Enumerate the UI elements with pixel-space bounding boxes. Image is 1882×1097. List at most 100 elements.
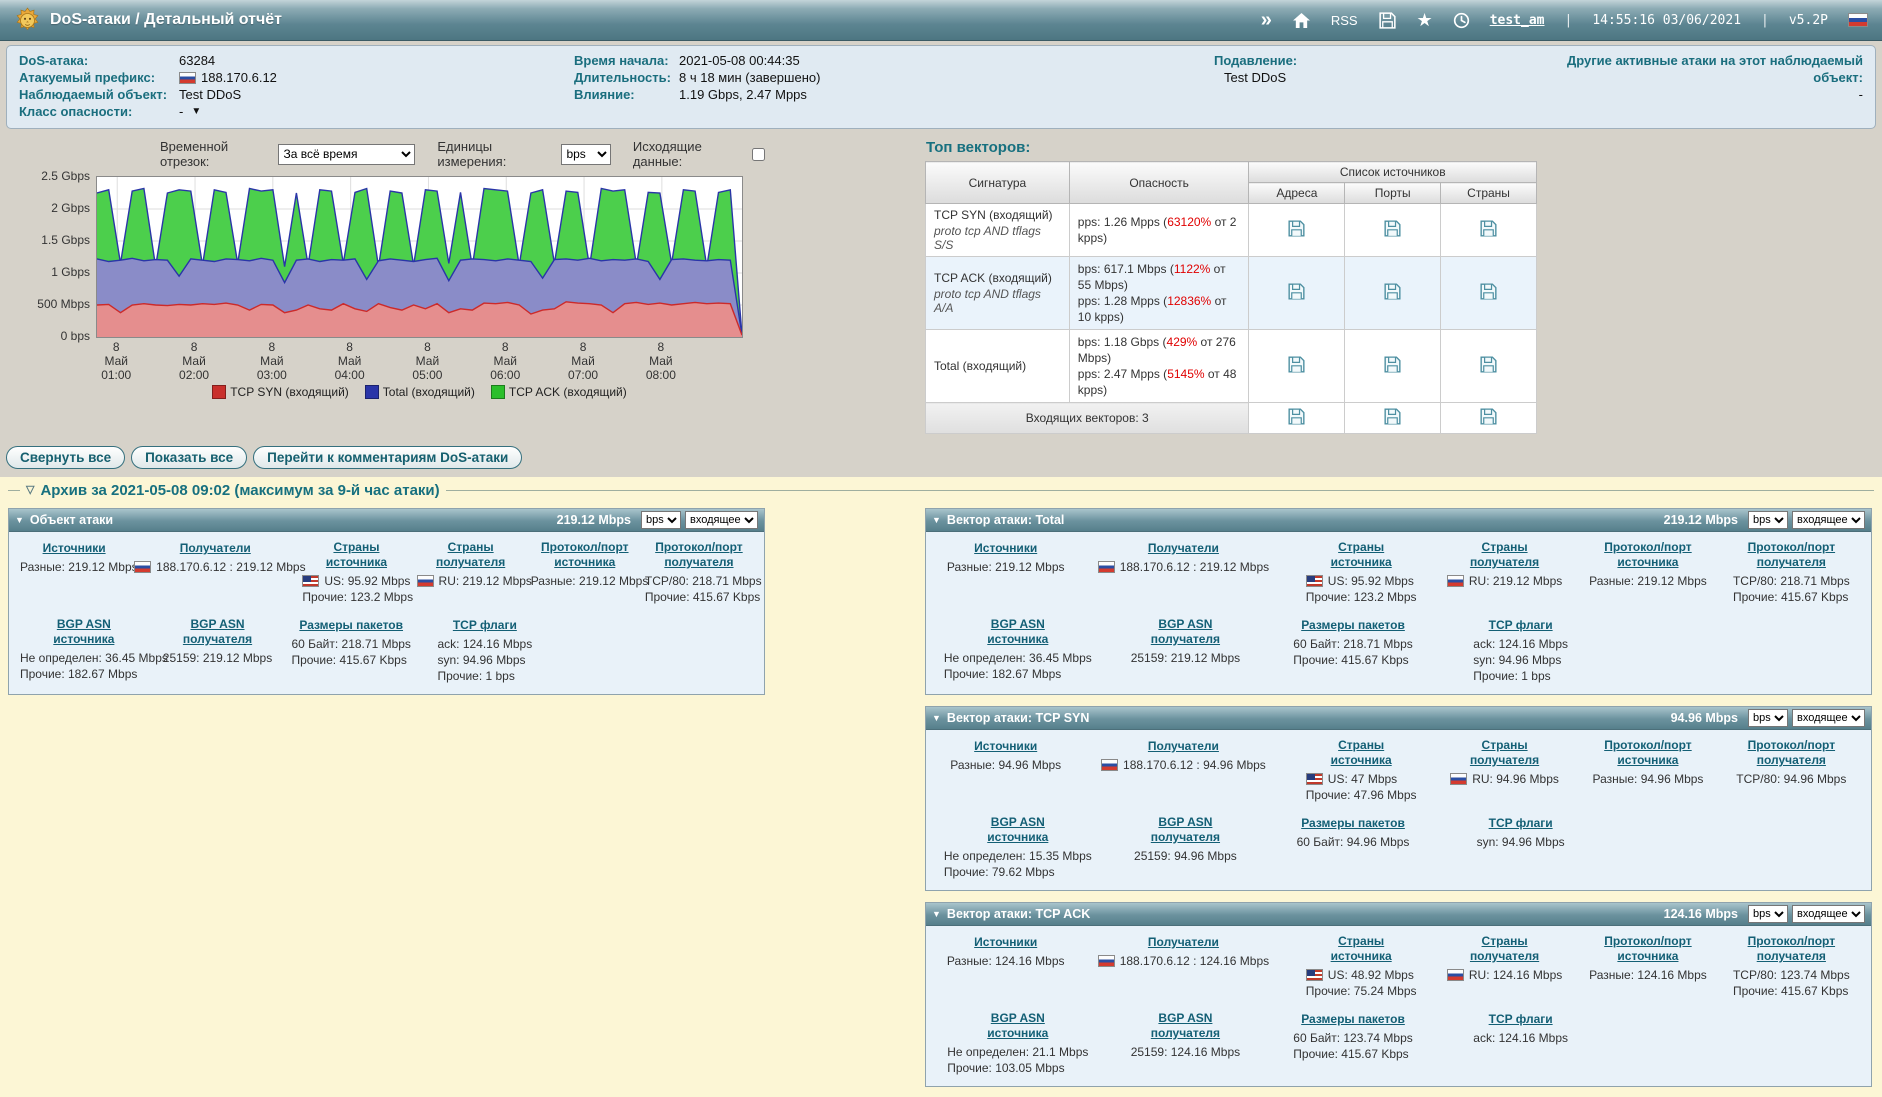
panel-rate: 219.12 Mbps	[1664, 513, 1738, 527]
metric-group-link[interactable]: Страны получателя	[436, 540, 505, 570]
metric-group-link[interactable]: Страны получателя	[1470, 934, 1539, 964]
panel-units-select[interactable]: bps	[1748, 511, 1788, 529]
collapse-panel-icon[interactable]: ▼	[932, 909, 941, 919]
metric-group-link[interactable]: Размеры пакетов	[299, 618, 403, 633]
panel-direction-select[interactable]: входящее	[1792, 905, 1865, 923]
metric-group: Протокол/порт получателяTCP/80: 218.71 M…	[642, 538, 756, 607]
ru-flag-icon	[417, 575, 434, 587]
metric-group-link[interactable]: TCP флаги	[453, 618, 517, 633]
metric-group-link[interactable]: Источники	[974, 739, 1037, 754]
save-addresses-button[interactable]	[1287, 355, 1306, 374]
collapse-archive-icon[interactable]: ▽	[26, 485, 34, 496]
ru-flag-icon	[1098, 561, 1115, 573]
metric-group-link[interactable]: Протокол/порт источника	[1604, 738, 1692, 768]
metric-group-link[interactable]: BGP ASN источника	[53, 617, 114, 647]
danger-line: bps: 1.18 Gbps (429% от 276 Mbps)	[1078, 334, 1241, 366]
metric-group-link[interactable]: Протокол/порт получателя	[1748, 540, 1836, 570]
panel-direction-select[interactable]: входящее	[1792, 709, 1865, 727]
save-report-icon[interactable]	[1378, 11, 1397, 30]
metric-group-link[interactable]: BGP ASN получателя	[1151, 617, 1220, 647]
save-ports-button[interactable]	[1383, 219, 1402, 238]
collapse-panel-icon[interactable]: ▼	[15, 515, 24, 525]
metric-line: TCP/80: 218.71 Mbps	[1733, 573, 1850, 589]
metric-group-link[interactable]: Протокол/порт источника	[541, 540, 629, 570]
metric-group-link[interactable]: Протокол/порт источника	[1604, 934, 1692, 964]
severity-label: Класс опасности:	[19, 103, 179, 120]
save-addresses-button[interactable]	[1287, 219, 1306, 238]
metric-group-link[interactable]: Источники	[974, 935, 1037, 950]
metric-group-link[interactable]: Источники	[43, 541, 106, 556]
metric-group-link[interactable]: Размеры пакетов	[1301, 816, 1405, 831]
severity-dropdown-icon[interactable]: ▼	[191, 103, 201, 120]
user-link[interactable]: test_am	[1490, 13, 1545, 28]
metric-group-link[interactable]: TCP флаги	[1489, 816, 1553, 831]
save-countries-button[interactable]	[1479, 407, 1498, 426]
vector-danger-cell: pps: 1.26 Mpps (63120% от 2 kpps)	[1069, 204, 1249, 257]
metric-group-link[interactable]: Получатели	[1148, 541, 1219, 556]
outgoing-checkbox[interactable]	[752, 148, 765, 161]
panel-units-select[interactable]: bps	[641, 511, 681, 529]
metric-group-link[interactable]: TCP флаги	[1489, 1012, 1553, 1027]
x-tick-label: 8Май05:00	[412, 340, 442, 382]
metric-line: Прочие: 415.67 Kbps	[1733, 983, 1850, 999]
collapse-all-button[interactable]: Свернуть все	[6, 446, 125, 469]
collapse-panel-icon[interactable]: ▼	[932, 713, 941, 723]
expand-icon[interactable]: »	[1261, 10, 1272, 30]
metric-group-link[interactable]: Страны источника	[1331, 540, 1392, 570]
metric-group-link[interactable]: BGP ASN источника	[987, 617, 1048, 647]
mitigation-value[interactable]: Test DDoS	[1224, 69, 1286, 86]
metric-group-link[interactable]: BGP ASN источника	[987, 815, 1048, 845]
rss-link[interactable]: RSS	[1331, 13, 1358, 28]
metric-group-link[interactable]: Страны источника	[1331, 738, 1392, 768]
metric-group-link[interactable]: Протокол/порт получателя	[1748, 738, 1836, 768]
metric-group-link[interactable]: Протокол/порт получателя	[655, 540, 743, 570]
metric-group-link[interactable]: Размеры пакетов	[1301, 1012, 1405, 1027]
metric-group-link[interactable]: Протокол/порт получателя	[1748, 934, 1836, 964]
datetime: 14:55:16 03/06/2021	[1592, 13, 1741, 28]
save-ports-button[interactable]	[1383, 407, 1402, 426]
metric-group-link[interactable]: Размеры пакетов	[1301, 618, 1405, 633]
metric-group-link[interactable]: Источники	[974, 541, 1037, 556]
metric-group-link[interactable]: Страны источника	[1331, 934, 1392, 964]
goto-comments-button[interactable]: Перейти к комментариям DoS-атаки	[253, 446, 522, 469]
metric-group: Размеры пакетов60 Байт: 94.96 Mbps	[1269, 813, 1437, 852]
metric-group-link[interactable]: Страны получателя	[1470, 540, 1539, 570]
save-countries-button[interactable]	[1479, 355, 1498, 374]
save-countries-button[interactable]	[1479, 282, 1498, 301]
panel-units-select[interactable]: bps	[1748, 709, 1788, 727]
collapse-panel-icon[interactable]: ▼	[932, 515, 941, 525]
metric-group-link[interactable]: TCP флаги	[1489, 618, 1553, 633]
save-addresses-button[interactable]	[1287, 282, 1306, 301]
metric-group-link[interactable]: Страны получателя	[1470, 738, 1539, 768]
metric-values: 60 Байт: 218.71 MbpsПрочие: 415.67 Kbps	[291, 636, 410, 668]
save-ports-button[interactable]	[1383, 355, 1402, 374]
panel-direction-select[interactable]: входящее	[685, 511, 758, 529]
metric-line: ack: 124.16 Mbps	[437, 636, 532, 652]
favorites-star-icon[interactable]: ★	[1417, 11, 1433, 29]
panel-units-select[interactable]: bps	[1748, 905, 1788, 923]
y-axis: 2.5 Gbps2 Gbps1.5 Gbps1 Gbps500 Mbps0 bp…	[0, 176, 96, 336]
metric-group-link[interactable]: Получатели	[1148, 935, 1219, 950]
history-clock-icon[interactable]	[1453, 12, 1470, 29]
language-flag-icon[interactable]	[1848, 13, 1868, 27]
metric-group-link[interactable]: BGP ASN получателя	[183, 617, 252, 647]
save-countries-button[interactable]	[1479, 219, 1498, 238]
metric-group-link[interactable]: Получатели	[180, 541, 251, 556]
metric-group-link[interactable]: BGP ASN получателя	[1151, 1011, 1220, 1041]
metric-values: US: 95.92 MbpsПрочие: 123.2 Mbps	[302, 573, 413, 605]
metric-group-link[interactable]: BGP ASN источника	[987, 1011, 1048, 1041]
object-value[interactable]: Test DDoS	[179, 86, 241, 103]
home-icon[interactable]	[1292, 12, 1311, 29]
metric-line: Разные: 219.12 Mbps	[531, 573, 649, 589]
show-all-button[interactable]: Показать все	[131, 446, 247, 469]
metric-group-link[interactable]: BGP ASN получателя	[1151, 815, 1220, 845]
metric-group-link[interactable]: Получатели	[1148, 739, 1219, 754]
timespan-select[interactable]: За всё время	[278, 144, 415, 165]
units-select[interactable]: bps	[561, 144, 610, 165]
metric-values: US: 95.92 MbpsПрочие: 123.2 Mbps	[1306, 573, 1417, 605]
metric-group-link[interactable]: Страны источника	[326, 540, 387, 570]
panel-direction-select[interactable]: входящее	[1792, 511, 1865, 529]
metric-group-link[interactable]: Протокол/порт источника	[1604, 540, 1692, 570]
save-addresses-button[interactable]	[1287, 407, 1306, 426]
save-ports-button[interactable]	[1383, 282, 1402, 301]
